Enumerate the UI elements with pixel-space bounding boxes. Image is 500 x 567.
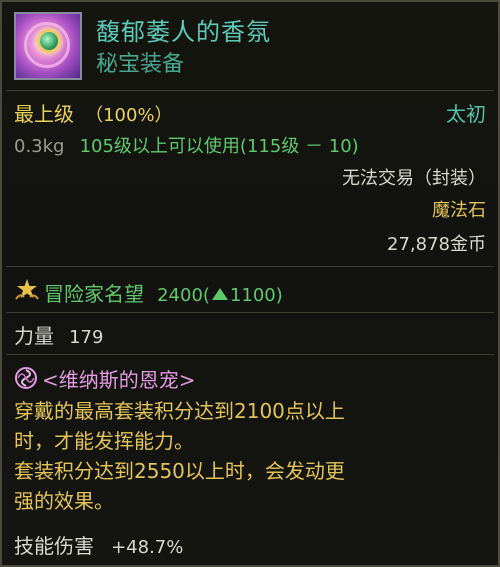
divider	[6, 312, 494, 313]
item-tooltip: 馥郁萎人的香氛 秘宝装备 最上级 （100%） 太初 0.3kg 105级以上可…	[0, 0, 500, 567]
divider	[6, 354, 494, 355]
stat-label: 力量	[14, 324, 54, 348]
set-name: <维纳斯的恩宠>	[42, 368, 196, 392]
perfume-charm-icon	[14, 12, 82, 80]
arrow-up-icon	[211, 288, 228, 300]
item-name: 馥郁萎人的香氛	[96, 18, 271, 46]
stat-row: 力量 179	[14, 320, 486, 349]
bonus-value: +48.7%	[111, 537, 184, 558]
material-label: 魔法石	[432, 200, 486, 221]
medal-icon	[15, 279, 39, 300]
fame-increase: 1100)	[229, 285, 283, 306]
grade-row: 最上级 （100%）	[14, 98, 486, 127]
divider	[6, 266, 494, 267]
weight: 0.3kg	[14, 136, 65, 157]
fame-value: 2400(	[157, 285, 210, 306]
swirl-icon	[15, 367, 37, 389]
price: 27,878金币	[387, 234, 486, 255]
set-line: 时，才能发挥能力。	[14, 429, 194, 453]
stat-value: 179	[69, 327, 104, 348]
grade-label: 最上级	[14, 102, 74, 126]
level-requirement: 105级以上可以使用(115级 － 10)	[79, 136, 359, 157]
weight-level-row: 0.3kg 105级以上可以使用(115级 － 10)	[14, 132, 486, 158]
grade-percent: （100%）	[85, 105, 173, 126]
fame-row: 冒险家名望 2400( 1100)	[44, 278, 486, 307]
divider	[6, 90, 494, 91]
trade-status: 无法交易（封装）	[342, 168, 486, 189]
rarity-label: 太初	[446, 102, 486, 126]
bonus-label: 技能伤害	[14, 534, 94, 558]
set-line: 强的效果。	[14, 489, 114, 513]
set-description: 穿戴的最高套装积分达到2100点以上 时，才能发挥能力。 套装积分达到2550以…	[14, 396, 486, 516]
set-line: 套装积分达到2550以上时，会发动更	[14, 459, 345, 483]
fame-label: 冒险家名望	[44, 282, 144, 306]
set-line: 穿戴的最高套装积分达到2100点以上	[14, 399, 345, 423]
icon-gem	[40, 32, 58, 50]
item-type: 秘宝装备	[96, 52, 185, 77]
bonus-row: 技能伤害 +48.7%	[14, 530, 486, 559]
